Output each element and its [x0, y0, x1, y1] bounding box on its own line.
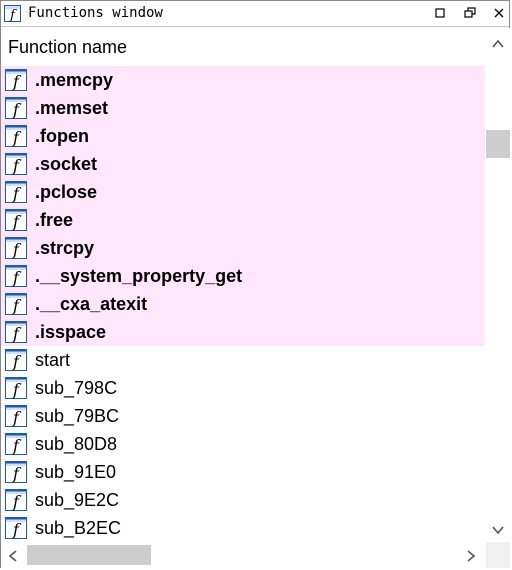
- functions-window: f Functions window Function name f .memcp…: [0, 0, 510, 568]
- function-name: sub_B2EC: [35, 518, 122, 538]
- function-row[interactable]: f .socket: [1, 150, 485, 178]
- function-row[interactable]: f start: [1, 346, 485, 374]
- function-name: sub_91E0: [35, 462, 117, 482]
- window-title: Functions window: [28, 5, 163, 21]
- function-row[interactable]: f .memset: [1, 94, 485, 122]
- scroll-down-icon[interactable]: [492, 522, 504, 540]
- function-f-icon: f: [5, 517, 28, 539]
- function-f-icon: f: [4, 5, 21, 23]
- vertical-scrollbar[interactable]: [486, 28, 510, 542]
- function-name: .memset: [35, 98, 109, 118]
- function-f-icon: f: [5, 321, 28, 343]
- function-name: sub_80D8: [35, 434, 118, 454]
- function-name: .pclose: [35, 182, 98, 202]
- horizontal-scrollbar[interactable]: [1, 542, 486, 568]
- horizontal-scroll-thumb[interactable]: [27, 545, 151, 565]
- function-f-icon: f: [5, 97, 28, 119]
- function-f-icon: f: [5, 349, 28, 371]
- function-name: sub_9E2C: [35, 490, 120, 510]
- function-name: .__system_property_get: [35, 266, 243, 286]
- function-name: sub_79BC: [35, 406, 120, 426]
- function-f-icon: f: [5, 69, 28, 91]
- function-name: .free: [35, 210, 74, 230]
- scroll-right-icon[interactable]: [466, 549, 476, 567]
- vertical-scroll-thumb[interactable]: [486, 130, 510, 158]
- function-list[interactable]: f .memcpy f .memset f .fopen f .socket f .pclose f…: [1, 66, 485, 542]
- function-row[interactable]: f .free: [1, 206, 485, 234]
- function-f-icon: f: [5, 489, 28, 511]
- title-bar[interactable]: f Functions window: [1, 1, 509, 27]
- close-icon[interactable]: [491, 5, 507, 21]
- function-row[interactable]: f sub_79BC: [1, 402, 485, 430]
- function-row[interactable]: f sub_B2EC: [1, 514, 485, 542]
- function-name: .isspace: [35, 322, 107, 342]
- scroll-up-icon[interactable]: [492, 36, 504, 54]
- function-name: start: [35, 350, 71, 370]
- function-name: .fopen: [35, 126, 89, 146]
- function-f-icon: f: [5, 433, 28, 455]
- function-row[interactable]: f sub_91E0: [1, 458, 485, 486]
- function-row[interactable]: f .fopen: [1, 122, 485, 150]
- function-f-icon: f: [5, 181, 28, 203]
- function-row[interactable]: f .isspace: [1, 318, 485, 346]
- function-f-icon: f: [5, 153, 28, 175]
- function-f-icon: f: [5, 265, 28, 287]
- function-name: .memcpy: [35, 70, 114, 90]
- column-header-label: Function name: [8, 37, 128, 57]
- function-row[interactable]: f sub_798C: [1, 374, 485, 402]
- function-row[interactable]: f .strcpy: [1, 234, 485, 262]
- restore-box-icon[interactable]: [432, 5, 448, 21]
- scrollbar-corner: [486, 542, 510, 568]
- function-row[interactable]: f sub_80D8: [1, 430, 485, 458]
- function-row[interactable]: f .__system_property_get: [1, 262, 485, 290]
- float-icon[interactable]: [462, 5, 478, 21]
- function-name: .strcpy: [35, 238, 95, 258]
- function-row[interactable]: f .__cxa_atexit: [1, 290, 485, 318]
- function-name: sub_798C: [35, 378, 118, 398]
- column-header-function-name[interactable]: Function name: [1, 28, 485, 65]
- function-row[interactable]: f .pclose: [1, 178, 485, 206]
- function-f-icon: f: [5, 209, 28, 231]
- scroll-left-icon[interactable]: [8, 549, 18, 567]
- function-f-icon: f: [5, 377, 28, 399]
- function-row[interactable]: f .memcpy: [1, 66, 485, 94]
- function-name: .__cxa_atexit: [35, 294, 148, 314]
- function-f-icon: f: [5, 293, 28, 315]
- function-row[interactable]: f sub_9E2C: [1, 486, 485, 514]
- function-f-icon: f: [5, 461, 28, 483]
- function-name: .socket: [35, 154, 98, 174]
- function-f-icon: f: [5, 125, 28, 147]
- function-f-icon: f: [5, 237, 28, 259]
- function-f-icon: f: [5, 405, 28, 427]
